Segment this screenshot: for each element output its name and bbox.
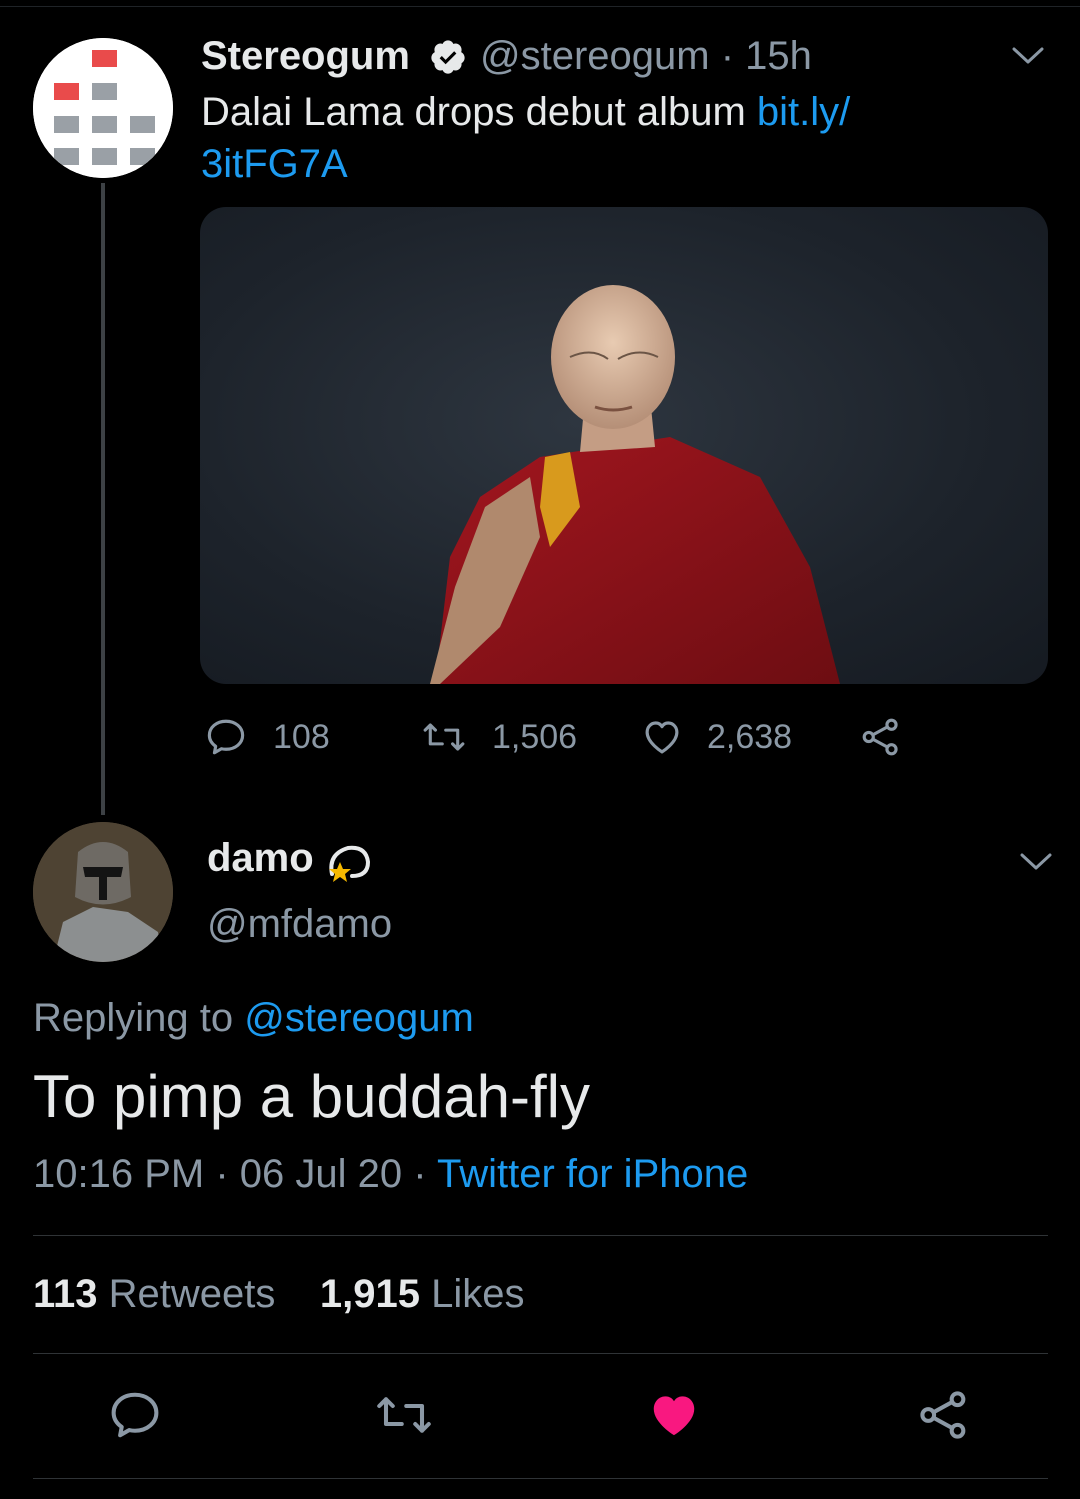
author-name[interactable]: Stereogum [201,34,410,79]
replying-to-label: Replying to [33,996,245,1040]
top-divider [0,6,1080,7]
time-ago[interactable]: 15h [745,34,812,78]
tweet-text: Dalai Lama drops debut album bit.ly/3itF… [201,86,1001,190]
divider [33,1353,1048,1354]
thread-connector [101,183,105,815]
chevron-down-icon[interactable] [1018,850,1054,874]
tweet-stats: 113 Retweets 1,915 Likes [33,1272,524,1317]
divider [33,1235,1048,1236]
tweet-date: 06 Jul 20 [239,1152,403,1196]
share-icon[interactable] [860,716,902,758]
share-icon[interactable] [917,1388,971,1442]
likes-stat[interactable]: 1,915 Likes [320,1272,525,1316]
dizzy-star-emoji-icon [322,836,374,888]
tweet-media-image[interactable] [200,207,1048,684]
reply-count: 108 [273,718,330,756]
stereogum-avatar[interactable] [33,38,173,178]
author-handle[interactable]: @stereogum [480,34,710,78]
replying-to-handle[interactable]: @stereogum [244,996,474,1040]
retweets-stat[interactable]: 113 Retweets [33,1272,275,1316]
verified-badge-icon [429,38,467,76]
chevron-down-icon[interactable] [1010,44,1046,68]
heart-icon-liked[interactable] [647,1388,701,1442]
reply-author-handle[interactable]: @mfdamo [207,902,392,947]
reply-icon[interactable] [108,1388,162,1442]
reply-tweet-text: To pimp a buddah-fly [33,1063,590,1130]
timestamp-separator: · [215,1152,229,1196]
tweet-timestamp: 10:16 PM · 06 Jul 20 · Twitter for iPhon… [33,1152,748,1197]
replying-to: Replying to @stereogum [33,996,474,1041]
tweet-time: 10:16 PM [33,1152,205,1196]
timestamp-separator: · [413,1152,427,1196]
damo-avatar[interactable] [33,822,173,962]
divider [33,1478,1048,1479]
retweet-icon[interactable] [420,716,465,758]
heart-icon[interactable] [641,716,683,758]
reply-icon[interactable] [205,716,247,758]
tweet-source[interactable]: Twitter for iPhone [437,1152,748,1196]
retweet-icon[interactable] [372,1388,436,1442]
meta-separator: · [720,34,735,78]
like-count: 2,638 [707,718,793,756]
tweet-meta: @stereogum · 15h [480,34,812,79]
tweet-text-body: Dalai Lama drops debut album [201,90,757,134]
retweet-count: 1,506 [492,718,578,756]
reply-author-name[interactable]: damo [207,836,314,881]
